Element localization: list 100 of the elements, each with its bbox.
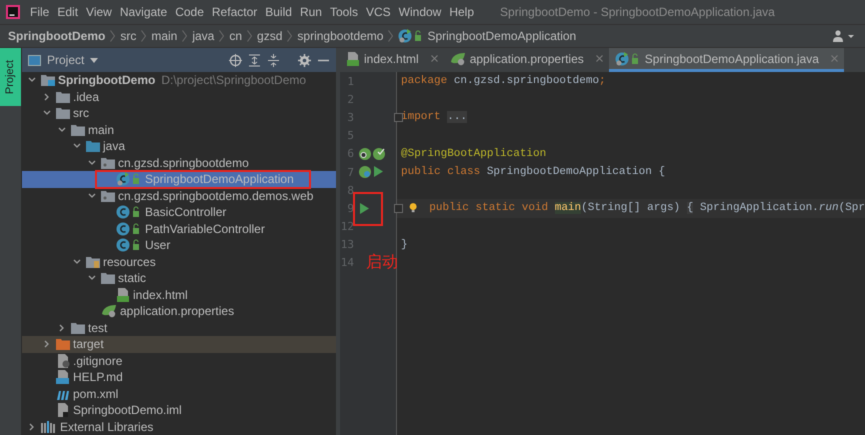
breadcrumb-item[interactable]: cn	[229, 29, 242, 43]
spring-search-icon[interactable]	[359, 148, 371, 160]
editor-tab[interactable]: SpringbootDemoApplication.java	[608, 48, 844, 72]
tree-item[interactable]: index.html	[22, 286, 336, 303]
editor-tab[interactable]: application.properties	[444, 48, 609, 72]
breadcrumb-separator-icon	[182, 30, 188, 42]
breadcrumb-separator-icon	[247, 30, 252, 42]
editor-tab[interactable]: index.html	[340, 48, 444, 72]
tree-item[interactable]: main	[22, 122, 336, 138]
breadcrumb-separator-icon	[388, 30, 394, 42]
settings-icon[interactable]	[298, 54, 311, 66]
breadcrumb-item[interactable]: SpringbootDemo	[8, 29, 106, 43]
fold-marker-icon[interactable]	[394, 112, 403, 122]
folder-icon	[71, 322, 85, 334]
menu-item[interactable]: VCS	[362, 5, 395, 19]
menu-item[interactable]: Navigate	[116, 5, 172, 19]
breadcrumb-item[interactable]: springbootdemo	[297, 29, 384, 43]
tree-item-label: HELP.md	[73, 370, 123, 384]
tree-item-label: resources	[103, 254, 156, 269]
ignore-file-icon	[56, 354, 70, 368]
menu-item[interactable]: Edit	[53, 5, 82, 19]
spring-bean-icon[interactable]	[359, 166, 371, 178]
tree-item[interactable]: cn.gzsd.springbootdemo	[22, 154, 336, 171]
expanded-chevron-icon[interactable]	[28, 76, 36, 84]
tree-item[interactable]: HELP.md	[22, 369, 336, 386]
menu-item[interactable]: Help	[445, 5, 478, 19]
menu-item[interactable]: Refactor	[208, 5, 262, 19]
breadcrumb-separator-icon	[141, 30, 146, 42]
window-title: SpringbootDemo - SpringbootDemoApplication.java	[500, 5, 775, 19]
tree-item[interactable]: SpringbootDemo D:\project\SpringbootDemo	[22, 72, 336, 88]
breadcrumb-item[interactable]: java	[192, 29, 214, 43]
tree-item[interactable]: resources	[22, 254, 336, 270]
tree-item[interactable]: BasicController	[22, 204, 336, 220]
locate-icon[interactable]	[229, 54, 242, 66]
folder-icon	[86, 140, 100, 152]
module-folder-icon	[41, 74, 55, 86]
tree-item[interactable]: target	[22, 336, 336, 352]
tree-item[interactable]: pom.xml	[22, 386, 336, 402]
close-icon[interactable]	[430, 55, 438, 62]
tree-item[interactable]: java	[22, 138, 336, 154]
menu-item[interactable]: File	[26, 5, 54, 19]
tree-item[interactable]: SpringbootDemo.iml	[22, 402, 336, 418]
tree-item[interactable]: User	[22, 237, 336, 254]
collapse-all-icon[interactable]	[267, 54, 280, 66]
tree-item[interactable]: cn.gzsd.springbootdemo.demos.web	[22, 188, 336, 204]
annotation-label: 启动	[366, 252, 398, 273]
tree-item-label: java	[103, 139, 126, 154]
expanded-chevron-icon[interactable]	[88, 192, 96, 200]
resources-folder-icon	[86, 256, 100, 268]
close-icon[interactable]	[596, 55, 603, 62]
menu-item[interactable]: Run	[296, 5, 326, 19]
tree-item-label: application.properties	[120, 304, 234, 318]
menu-item[interactable]: Tools	[326, 5, 362, 19]
app-logo-icon	[6, 5, 20, 19]
menu-item[interactable]: Code	[171, 5, 208, 19]
class-icon	[116, 222, 142, 236]
code-line: package cn.gzsd.springbootdemo;	[401, 75, 606, 88]
tree-item[interactable]: application.properties	[22, 303, 336, 320]
breadcrumb-item[interactable]: main	[151, 29, 178, 43]
menu-item[interactable]: Build	[261, 5, 296, 19]
tree-item-label: index.html	[133, 288, 188, 302]
tree-item[interactable]: .idea	[22, 88, 336, 105]
menu-item[interactable]: View	[82, 5, 116, 19]
tree-item-label: cn.gzsd.springbootdemo	[118, 156, 249, 170]
menu-item[interactable]: Window	[394, 5, 446, 19]
breadcrumb-item[interactable]: src	[120, 29, 136, 43]
file-icon	[56, 403, 70, 418]
folder-icon	[71, 124, 85, 136]
spring-leaf-icon	[450, 52, 466, 66]
user-icon[interactable]	[833, 30, 855, 42]
fold-marker-icon[interactable]	[394, 204, 403, 213]
collapsed-chevron-icon[interactable]	[43, 92, 51, 101]
tree-item[interactable]: PathVariableController	[22, 220, 336, 237]
tree-item-label: .gitignore	[73, 354, 122, 368]
dropdown-caret-icon[interactable]	[90, 58, 98, 62]
run-icon[interactable]	[373, 166, 383, 178]
tree-item-label: test	[88, 320, 108, 335]
project-tool-tab[interactable]: Project	[0, 48, 21, 106]
class-icon	[116, 205, 142, 220]
tree-item-label: src	[73, 106, 89, 120]
tree-item[interactable]: test	[22, 320, 336, 336]
panel-title[interactable]: Project	[47, 53, 84, 67]
tree-item-label: SpringbootDemo.iml	[73, 403, 182, 418]
folder-icon	[101, 272, 115, 284]
html-file-icon	[346, 52, 360, 66]
tree-item[interactable]: static	[22, 270, 336, 286]
tree-item[interactable]: External Libraries	[22, 418, 336, 435]
tree-item-label: SpringbootDemo	[58, 73, 156, 88]
expand-all-icon[interactable]	[248, 54, 261, 66]
package-folder-icon	[101, 156, 115, 169]
folder-icon	[56, 107, 70, 120]
spring-leaf-icon	[101, 304, 117, 318]
tree-item[interactable]: .gitignore	[22, 352, 336, 369]
collapsed-chevron-icon[interactable]	[28, 422, 36, 431]
breadcrumb-item[interactable]: SpringbootDemoApplication	[398, 29, 576, 43]
breadcrumb-separator-icon	[287, 30, 292, 42]
breadcrumb-item[interactable]: gzsd	[257, 29, 282, 43]
tree-item[interactable]: src	[22, 105, 336, 122]
spring-check-icon[interactable]	[373, 148, 385, 160]
run-icon[interactable]	[359, 202, 369, 214]
